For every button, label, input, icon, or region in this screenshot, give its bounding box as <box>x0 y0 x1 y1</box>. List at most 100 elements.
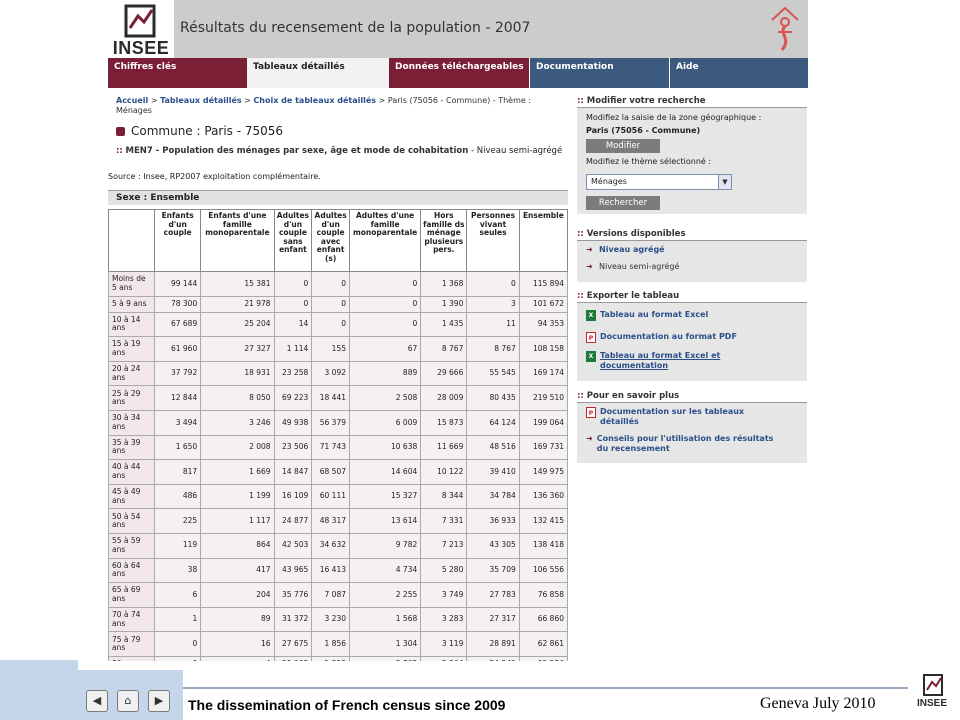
tab-documentation[interactable]: Documentation <box>529 58 669 88</box>
row-label: 15 à 19 ans <box>108 336 156 362</box>
table-cell: 0 <box>311 311 350 338</box>
table-cell: 56 379 <box>311 409 350 436</box>
table-cell: 3 246 <box>200 409 275 436</box>
version-aggregated-text: Niveau agrégé <box>599 245 665 254</box>
table-row: 20 à 24 ans 37 792 18 931 23 258 3 092 889 29 … <box>108 360 568 387</box>
theme-select-value: Ménages <box>591 177 627 186</box>
export-excel-link[interactable]: X Tableau au format Excel <box>586 310 708 321</box>
row-label: 25 à 29 ans <box>108 385 156 411</box>
tab-aide[interactable]: Aide <box>669 58 808 88</box>
dataset-level: - Niveau semi-agrégé <box>468 146 563 156</box>
row-label: 80 ans <box>108 655 156 661</box>
table-cell: 48 317 <box>311 508 350 534</box>
table-cell: 13 614 <box>348 508 422 534</box>
table-cell: 889 <box>348 360 422 387</box>
breadcrumb-detailed-link[interactable]: Tableaux détaillés <box>160 96 242 105</box>
dataset-title: :: MEN7 - Population des ménages par sex… <box>116 146 566 156</box>
table-row: 80 ans0429 0021 3122 7025 26454 24292 52… <box>108 655 568 661</box>
table-cell: 1 390 <box>420 295 468 313</box>
table-cell: 169 174 <box>518 360 568 387</box>
row-label: 50 à 54 ans <box>108 508 156 534</box>
export-excel-doc-link[interactable]: X Tableau au format Excel et documentati… <box>586 351 726 370</box>
table-cell: 43 305 <box>466 532 520 559</box>
table-cell: 76 858 <box>518 582 568 608</box>
home-slide-button[interactable]: ⌂ <box>117 690 139 712</box>
source-note: Source : Insee, RP2007 exploitation comp… <box>108 172 321 181</box>
breadcrumb-home-link[interactable]: Accueil <box>116 96 148 105</box>
table-cell: 99 144 <box>154 271 202 297</box>
pdf-file-icon: P <box>586 407 596 418</box>
table-cell: 2 702 <box>348 655 422 661</box>
table-cell: 27 317 <box>466 606 520 633</box>
column-header: Adultes d'un couple avec enfant (s) <box>311 209 350 272</box>
table-cell: 27 327 <box>200 336 275 362</box>
table-cell: 61 960 <box>154 336 202 362</box>
table-cell: 4 <box>200 655 275 661</box>
table-cell: 0 <box>311 271 350 297</box>
usage-advice-link[interactable]: ➜ Conseils pour l'utilisation des résult… <box>586 434 786 453</box>
table-cell: 138 418 <box>518 532 568 559</box>
table-cell: 66 860 <box>518 606 568 633</box>
column-header: Hors famille ds ménage plusieurs pers. <box>420 209 468 272</box>
table-cell: 62 861 <box>518 631 568 657</box>
doc-detailed-tables-link[interactable]: P Documentation sur les tableaux détaill… <box>586 407 746 426</box>
theme-select[interactable]: Ménages ▼ <box>586 174 732 190</box>
table-cell: 0 <box>348 295 422 313</box>
table-cell: 54 242 <box>466 655 520 661</box>
table-cell: 8 344 <box>420 483 468 510</box>
breadcrumb-separator: > <box>241 96 254 105</box>
slide-left-band <box>0 660 78 670</box>
tab-tableaux-detailles[interactable]: Tableaux détaillés <box>247 58 389 88</box>
export-pdf-link[interactable]: P Documentation au format PDF <box>586 332 737 343</box>
table-row: 25 à 29 ans 12 844 8 050 69 223 18 441 2 508 2… <box>108 385 568 411</box>
section-marker: :: <box>577 229 584 239</box>
home-icon: ⌂ <box>124 694 132 707</box>
table-cell: 38 <box>154 557 202 584</box>
table-cell: 12 844 <box>154 385 202 411</box>
table-cell: 0 <box>154 631 202 657</box>
tab-chiffres-cles[interactable]: Chiffres clés <box>108 58 247 88</box>
row-label: 10 à 14 ans <box>108 311 156 338</box>
table-row: 75 à 79 ans 0 16 27 675 1 856 1 304 3 119 28 89… <box>108 631 568 657</box>
version-aggregated-link[interactable]: ➜ Niveau agrégé <box>586 245 665 255</box>
table-row: Moins de 5 ans 99 144 15 381 0 0 0 1 368 0 115 8… <box>108 271 568 297</box>
search-button[interactable]: Rechercher <box>586 196 660 210</box>
export-pdf-text: Documentation au format PDF <box>600 332 737 341</box>
arrow-right-icon: ➜ <box>586 262 593 271</box>
export-excel-doc-text: Tableau au format Excel et documentation <box>600 351 721 370</box>
table-cell: 11 <box>466 311 520 338</box>
data-table-container[interactable]: Enfants d'un couple Enfants d'une famill… <box>108 209 568 661</box>
table-cell: 1 568 <box>348 606 422 633</box>
modify-button[interactable]: Modifier <box>586 139 660 153</box>
table-cell: 0 <box>348 271 422 297</box>
table-cell: 108 158 <box>518 336 568 362</box>
previous-slide-button[interactable]: ◀ <box>86 690 108 712</box>
table-cell: 101 672 <box>518 295 568 313</box>
table-header-row: Enfants d'un couple Enfants d'une famill… <box>108 209 568 272</box>
table-cell: 1 117 <box>200 508 275 534</box>
table-cell: 204 <box>200 582 275 608</box>
table-cell: 43 965 <box>273 557 313 584</box>
table-cell: 71 743 <box>311 434 350 461</box>
table-cell: 89 <box>200 606 275 633</box>
insee-logo[interactable]: INSEE <box>108 0 174 58</box>
table-cell: 8 050 <box>200 385 275 411</box>
next-slide-button[interactable]: ▶ <box>148 690 170 712</box>
breadcrumb-choice-link[interactable]: Choix de tableaux détaillés <box>253 96 376 105</box>
table-row: 15 à 19 ans 61 960 27 327 1 114 155 67 8 767 8 … <box>108 336 568 362</box>
table-cell: 18 931 <box>200 360 275 387</box>
chevron-down-icon[interactable]: ▼ <box>718 175 731 189</box>
table-cell: 3 283 <box>420 606 468 633</box>
theme-label: Modifiez le thème sélectionné : <box>586 157 712 166</box>
table-cell: 106 556 <box>518 557 568 584</box>
table-cell: 68 507 <box>311 459 350 485</box>
table-cell: 16 413 <box>311 557 350 584</box>
table-cell: 60 111 <box>311 483 350 510</box>
triangle-left-icon: ◀ <box>92 694 102 707</box>
table-cell: 36 933 <box>466 508 520 534</box>
table-section-header: Sexe : Ensemble <box>108 190 568 205</box>
tab-donnees-telechargeables[interactable]: Données téléchargeables <box>389 58 529 88</box>
table-cell: 29 002 <box>273 655 313 661</box>
table-cell: 155 <box>311 336 350 362</box>
row-label: 30 à 34 ans <box>108 409 156 436</box>
